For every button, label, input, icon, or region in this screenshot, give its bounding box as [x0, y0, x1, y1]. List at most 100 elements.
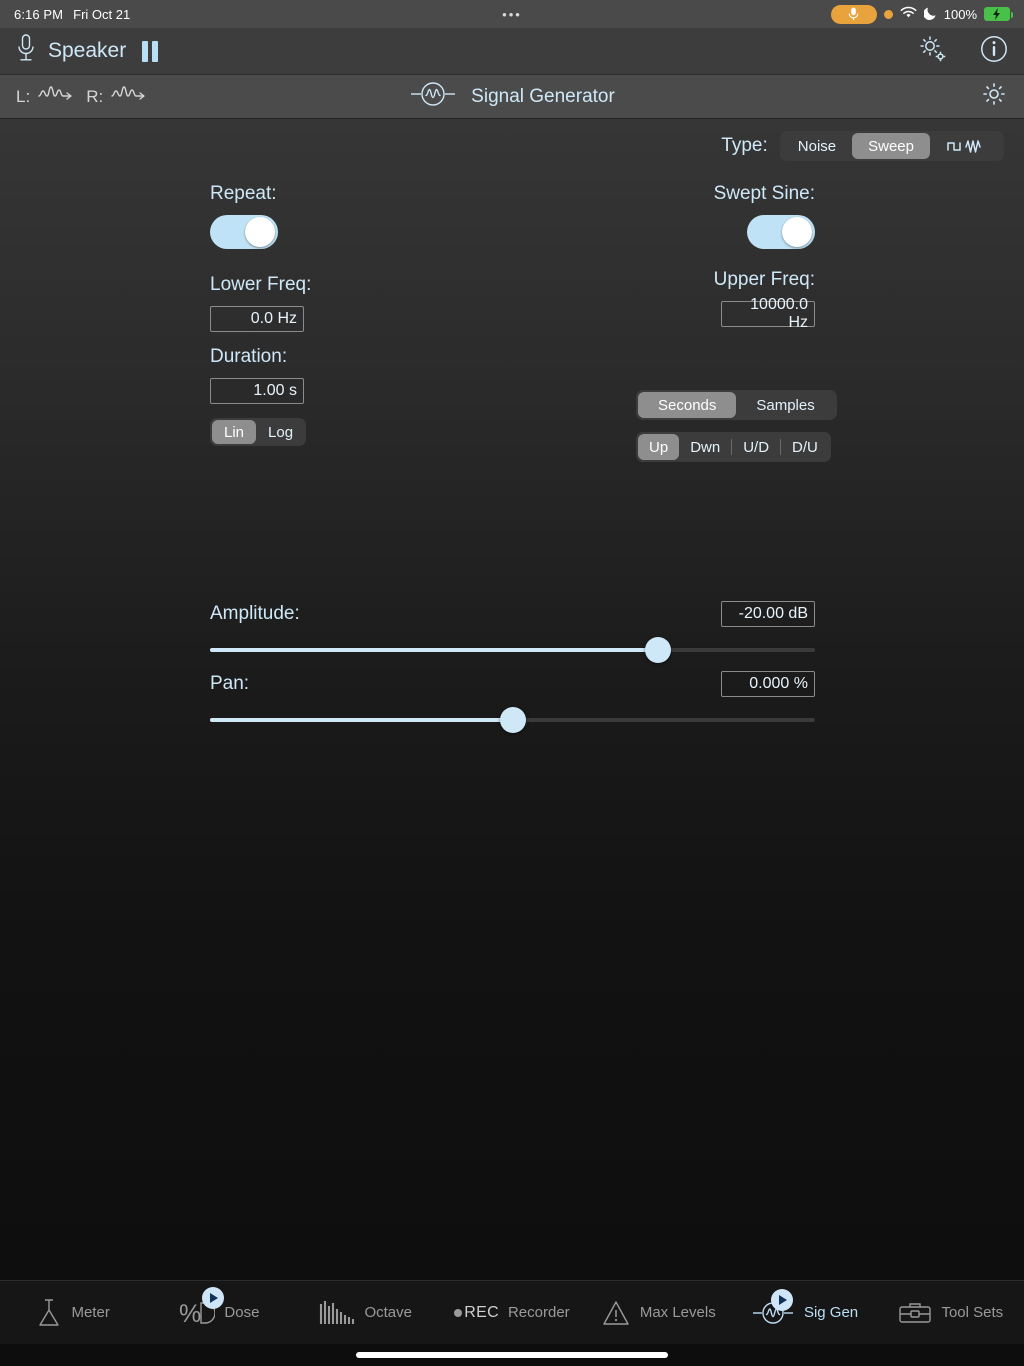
- amplitude-slider-fill: [210, 648, 658, 652]
- type-option-sweep[interactable]: Sweep: [852, 133, 930, 159]
- output-device-label[interactable]: Speaker: [48, 39, 126, 63]
- tab-recorder[interactable]: REC Recorder: [439, 1281, 585, 1344]
- scale-segmented-control[interactable]: Lin Log: [210, 418, 306, 446]
- signal-generator-content: Type: Noise Sweep Repeat: Lower Freq: 0.: [0, 119, 1024, 1280]
- waveform-arrow-icon: [111, 83, 145, 110]
- status-time: 6:16 PM: [14, 6, 64, 22]
- gears-icon[interactable]: [916, 32, 950, 71]
- scale-option-log[interactable]: Log: [256, 420, 305, 444]
- repeat-toggle[interactable]: [210, 215, 278, 249]
- wifi-icon: [900, 6, 917, 22]
- tab-dose[interactable]: % Dose: [146, 1281, 292, 1344]
- pause-bar-right: [152, 40, 159, 62]
- pan-label: Pan:: [210, 673, 250, 694]
- direction-option-dwn[interactable]: Dwn: [679, 434, 731, 460]
- moon-icon: [922, 6, 937, 23]
- amplitude-slider-thumb[interactable]: [644, 637, 671, 663]
- swept-sine-label: Swept Sine:: [713, 183, 815, 204]
- units-option-seconds[interactable]: Seconds: [638, 392, 737, 418]
- home-indicator-area: [0, 1344, 1024, 1366]
- right-parameter-column: Swept Sine: Upper Freq: 10000.0 Hz: [620, 183, 815, 331]
- channel-indicators: L: R:: [16, 83, 145, 110]
- microphone-active-pill-icon: [830, 4, 877, 24]
- scale-option-lin[interactable]: Lin: [212, 420, 257, 444]
- amplitude-slider-track[interactable]: [210, 637, 815, 663]
- duration-units-segmented-control[interactable]: Seconds Samples: [636, 390, 837, 420]
- play-badge-icon: [770, 1288, 793, 1311]
- units-option-samples[interactable]: Samples: [736, 392, 834, 418]
- amplitude-header: Amplitude: -20.00 dB: [210, 601, 815, 627]
- tab-meter[interactable]: Meter: [0, 1281, 146, 1344]
- right-channel-indicator[interactable]: R:: [86, 83, 145, 110]
- svg-text:%: %: [179, 1300, 201, 1328]
- type-label: Type:: [721, 135, 768, 156]
- tab-label-sig-gen: Sig Gen: [803, 1304, 859, 1321]
- tab-label-meter: Meter: [71, 1304, 110, 1321]
- tab-label-max-levels: Max Levels: [639, 1304, 716, 1321]
- multitask-dots-icon: •••: [502, 6, 522, 22]
- status-date: Fri Oct 21: [73, 6, 131, 22]
- status-bar-left: 6:16 PM Fri Oct 21: [14, 7, 130, 22]
- warning-triangle-icon: [601, 1298, 631, 1328]
- duration-input[interactable]: 1.00 s: [210, 378, 304, 404]
- page-title: Signal Generator: [471, 85, 615, 107]
- left-parameter-column: Repeat: Lower Freq: 0.0 Hz Duration: 1.0…: [210, 183, 510, 446]
- home-indicator[interactable]: [356, 1352, 668, 1358]
- meter-cone-icon: [36, 1298, 62, 1328]
- tab-label-recorder: Recorder: [507, 1304, 570, 1321]
- waveform-arrow-icon: [38, 83, 72, 110]
- right-channel-label: R:: [86, 86, 104, 106]
- gear-icon[interactable]: [980, 83, 1008, 112]
- battery-charging-icon: [984, 7, 1013, 21]
- tab-max-levels[interactable]: Max Levels: [585, 1281, 731, 1344]
- app-header-left: Speaker: [16, 33, 159, 69]
- type-option-waveform[interactable]: [930, 133, 1002, 159]
- direction-option-ud[interactable]: U/D: [732, 434, 780, 460]
- channel-sub-bar: L: R: Signal Generator: [0, 75, 1024, 119]
- signal-generator-icon: [751, 1288, 795, 1328]
- app-header-right: [916, 32, 1008, 71]
- rec-text: REC: [464, 1303, 499, 1321]
- tab-tool-sets[interactable]: Tool Sets: [878, 1281, 1024, 1344]
- pan-slider-thumb[interactable]: [499, 707, 526, 733]
- info-circle-icon[interactable]: [980, 35, 1008, 68]
- pan-slider-block: Pan: 0.000 %: [210, 671, 815, 733]
- tab-label-dose: Dose: [224, 1304, 260, 1321]
- type-option-noise[interactable]: Noise: [782, 133, 852, 159]
- privacy-indicator-dot-icon: [883, 9, 893, 19]
- pan-slider-track[interactable]: [210, 707, 815, 733]
- app-header-bar: Speaker: [0, 28, 1024, 75]
- pause-button[interactable]: [142, 40, 159, 62]
- bottom-tab-bar: Meter % Dose Octave REC Recorder Max Lev…: [0, 1280, 1024, 1344]
- type-segmented-control[interactable]: Noise Sweep: [779, 131, 1004, 161]
- ios-status-bar: 6:16 PM Fri Oct 21 ••• 100%: [0, 0, 1024, 28]
- record-dot-icon: [454, 1308, 463, 1317]
- left-channel-indicator[interactable]: L:: [16, 83, 72, 110]
- lower-freq-input[interactable]: 0.0 Hz: [210, 306, 304, 332]
- upper-freq-input[interactable]: 10000.0 Hz: [721, 296, 815, 331]
- direction-option-du[interactable]: D/U: [781, 434, 829, 460]
- left-channel-label: L:: [16, 86, 31, 106]
- sweep-direction-segmented-control[interactable]: Up Dwn U/D D/U: [636, 432, 831, 462]
- signal-generator-icon: [409, 81, 457, 112]
- tab-label-octave: Octave: [364, 1304, 412, 1321]
- amplitude-input[interactable]: -20.00 dB: [721, 601, 815, 627]
- lower-freq-label: Lower Freq:: [210, 274, 312, 295]
- type-row: Type: Noise Sweep: [721, 131, 1004, 161]
- swept-sine-toggle[interactable]: [747, 215, 815, 249]
- microphone-icon[interactable]: [16, 33, 36, 69]
- tab-sig-gen[interactable]: Sig Gen: [731, 1281, 877, 1344]
- direction-option-up[interactable]: Up: [638, 434, 680, 460]
- tab-octave[interactable]: Octave: [293, 1281, 439, 1344]
- pan-header: Pan: 0.000 %: [210, 671, 815, 697]
- upper-freq-label: Upper Freq:: [713, 269, 815, 290]
- amplitude-slider-block: Amplitude: -20.00 dB: [210, 601, 815, 663]
- duration-label: Duration:: [210, 346, 288, 367]
- dose-percent-icon: %: [179, 1286, 225, 1328]
- swept-sine-toggle-knob: [782, 217, 812, 247]
- pan-input[interactable]: 0.000 %: [721, 671, 815, 697]
- repeat-label: Repeat:: [210, 183, 277, 204]
